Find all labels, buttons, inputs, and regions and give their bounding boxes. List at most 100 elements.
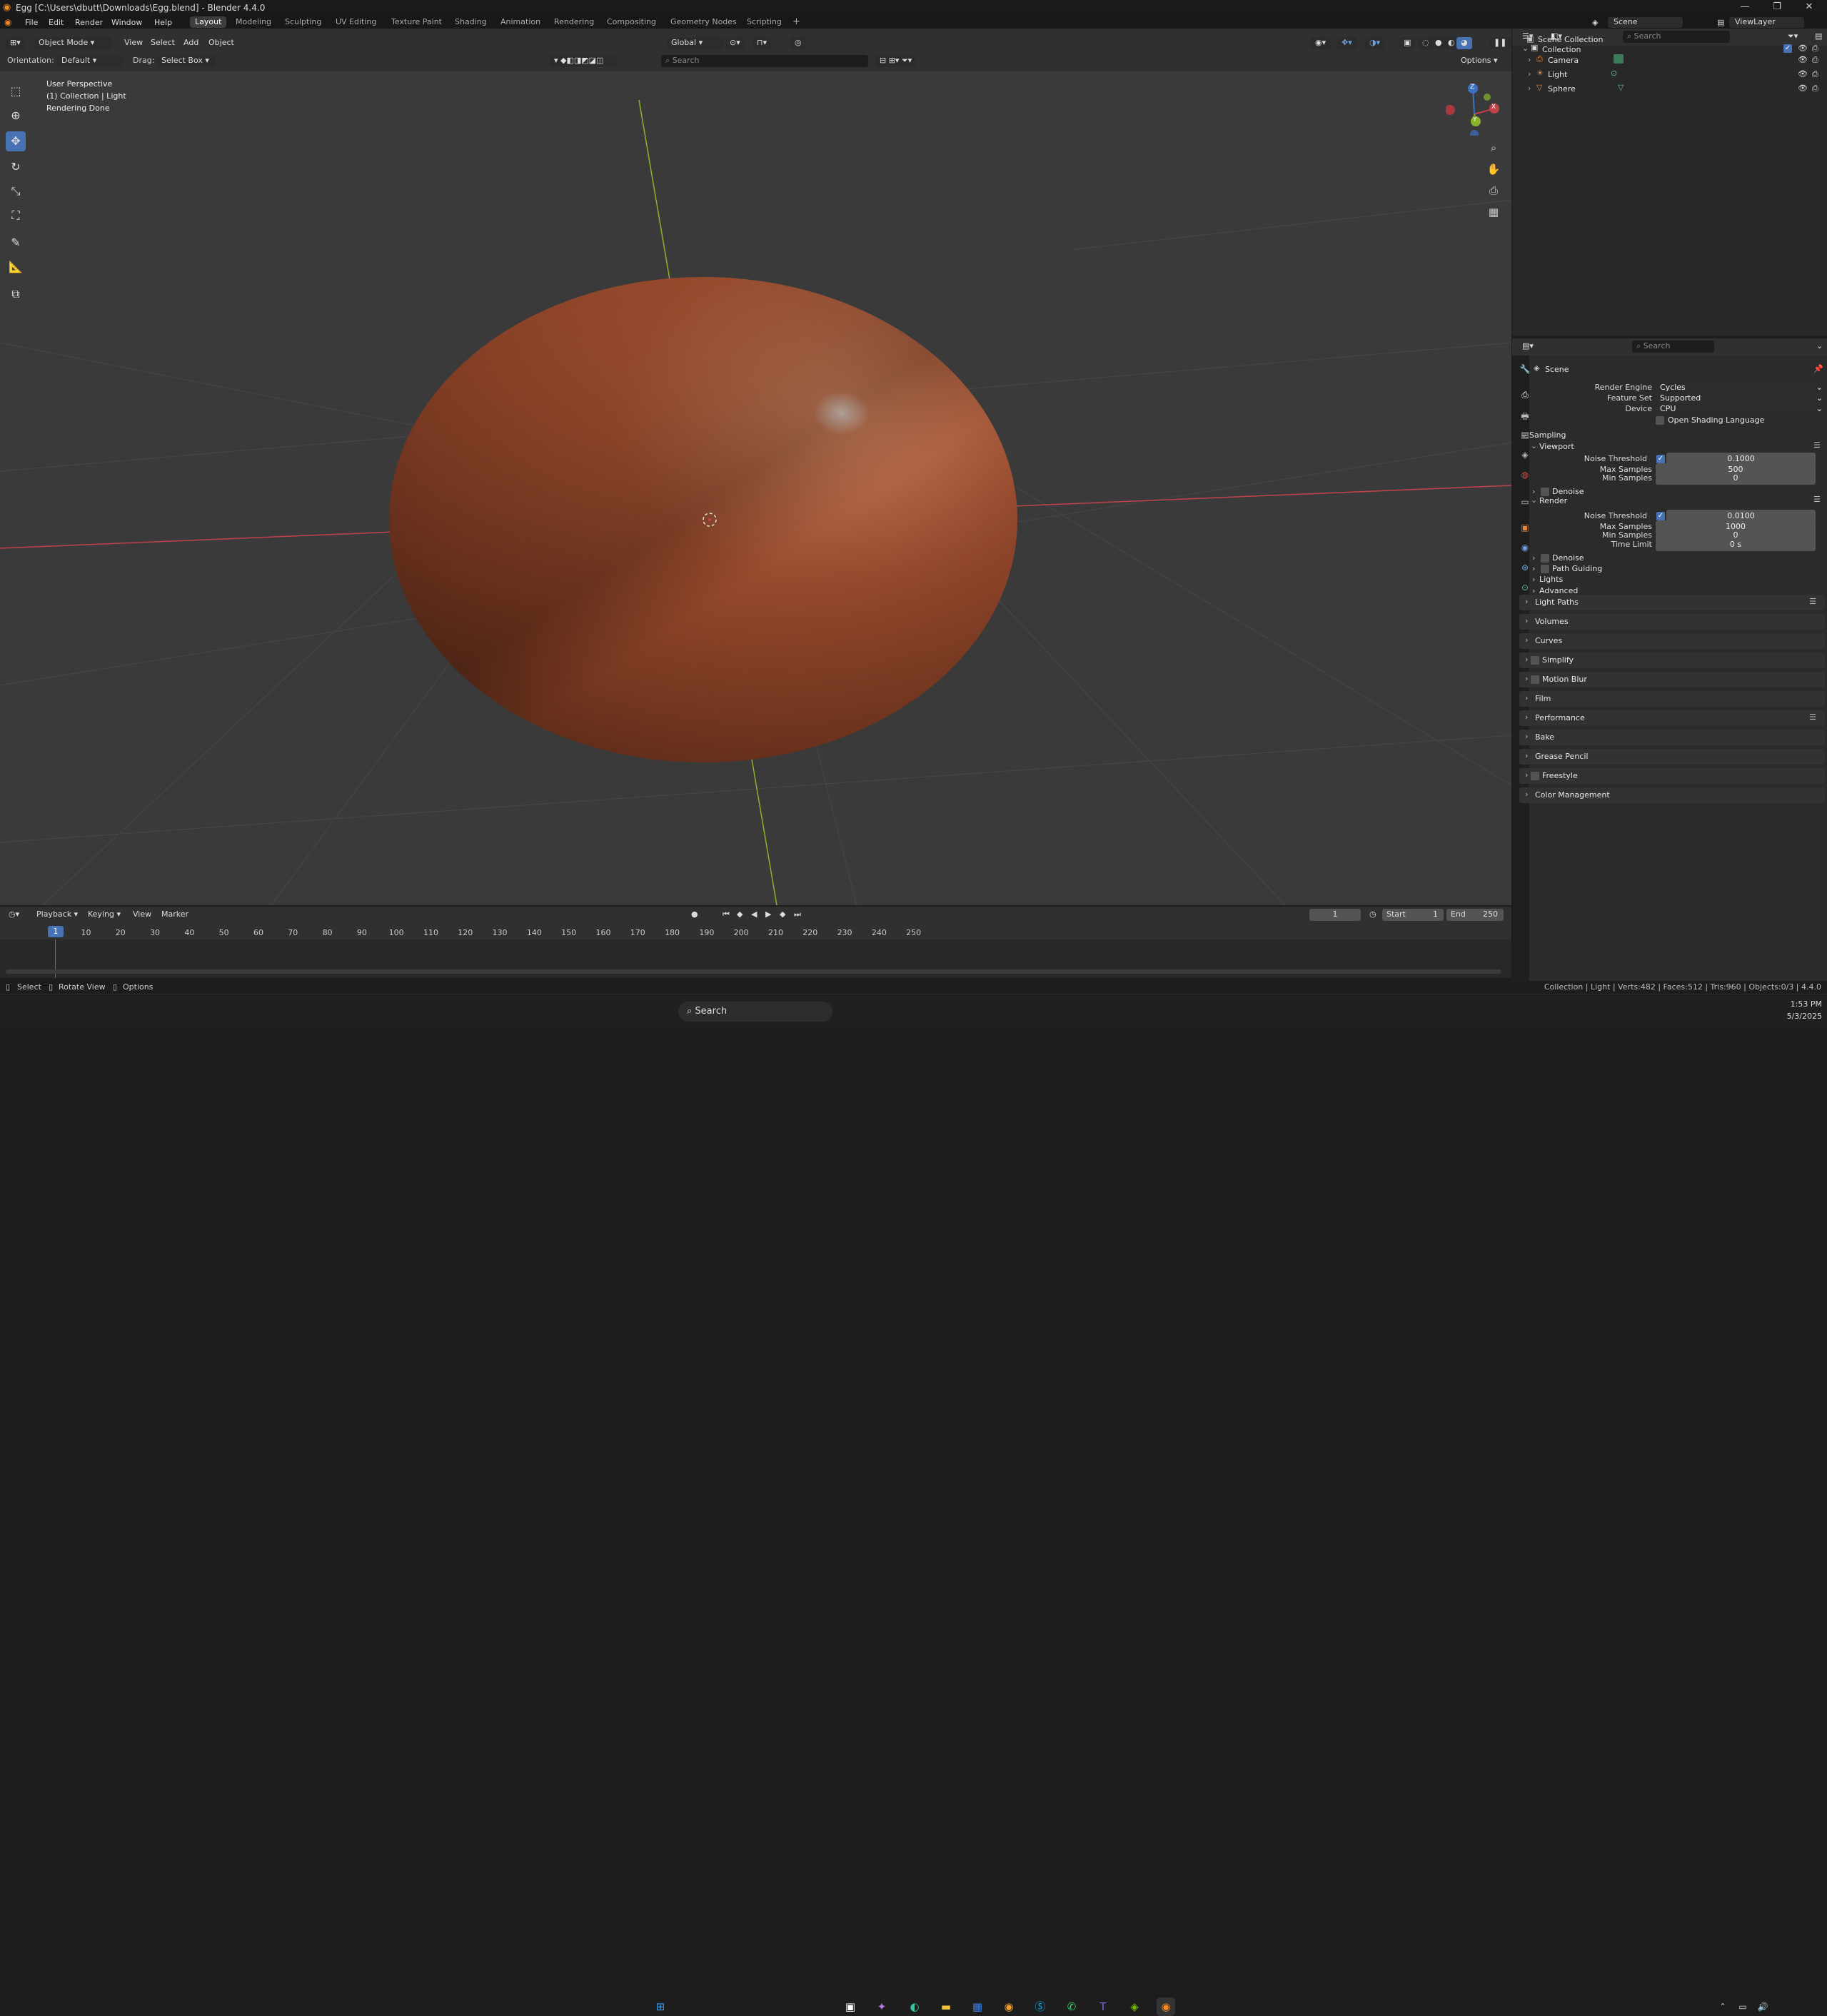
jump-end-icon[interactable]: ⏭ [790,909,805,921]
scene-selector-icon[interactable]: ◈ [1592,18,1598,27]
tab-animation[interactable]: Animation [495,16,545,28]
vp-min-field[interactable]: 0 [1656,472,1816,485]
auto-keying-icon[interactable]: ● [687,909,703,921]
3d-viewport[interactable]: User Perspective (1) Collection | Light … [0,71,1511,905]
proportional-edit-icon[interactable]: ◎ [790,37,806,49]
transform-tool-icon[interactable]: ⛶ [6,206,26,226]
section-volumes[interactable]: › Volumes [1519,614,1825,630]
tab-layout[interactable]: Layout [190,16,227,28]
performance-presets-icon[interactable]: ☰ [1809,712,1816,722]
tab-modeling[interactable]: Modeling [231,16,276,28]
view-layer-tab-icon[interactable]: ▤ [1519,430,1531,443]
properties-search-input[interactable]: ⌕ Search [1632,341,1714,353]
close-icon[interactable]: ✕ [1795,1,1823,14]
constraints-tab-icon[interactable]: ⊛ [1519,563,1531,575]
editor-type-icon[interactable]: ⊞▾ [6,37,25,49]
section-motion-blur[interactable]: › Motion Blur [1519,672,1825,687]
motion-blur-checkbox[interactable] [1531,675,1539,684]
rotate-tool-icon[interactable]: ↻ [6,157,26,177]
volume-icon[interactable]: 🔊 [1753,1997,1772,2016]
view-layer-selector[interactable]: ViewLayer [1729,17,1804,28]
tab-geometry-nodes[interactable]: Geometry Nodes [665,16,742,28]
camera-data-icon[interactable] [1614,54,1624,64]
minimize-icon[interactable]: — [1731,1,1759,14]
chrome-icon[interactable]: ◉ [1000,1997,1018,2016]
move-tool-icon[interactable]: ✥ [6,131,26,151]
tab-sculpting[interactable]: Sculpting [280,16,326,28]
sampling-header[interactable]: Sampling [1529,430,1566,440]
cursor-tool-icon[interactable]: ⊕ [6,106,26,126]
copilot-icon[interactable]: ✦ [872,1997,891,2016]
light-paths-presets-icon[interactable]: ☰ [1809,597,1816,606]
pan-hand-icon[interactable]: ✋ [1484,160,1503,178]
camera-render-icon[interactable]: ⎙ [1812,55,1818,65]
section-color-management[interactable]: › Color Management [1519,787,1825,803]
blender-menu-icon[interactable]: ◉ [4,17,11,27]
tool-tab-icon[interactable]: 🔧 [1519,364,1531,377]
measure-tool-icon[interactable]: 📐 [6,257,26,277]
world-tab-icon[interactable]: ◍ [1519,470,1531,483]
add-cube-tool-icon[interactable]: ⧉ [6,284,26,304]
vp-denoise-checkbox[interactable] [1541,488,1549,496]
options-dropdown[interactable]: Options ▾ [1456,55,1501,67]
freestyle-checkbox[interactable] [1531,772,1539,780]
osl-checkbox[interactable] [1656,416,1664,425]
object-mode-dropdown[interactable]: Object Mode ▾ [34,37,111,49]
tab-texture-paint[interactable]: Texture Paint [386,16,447,28]
zoom-icon[interactable]: ⌕ [1484,138,1503,157]
play-icon[interactable]: ▶ [761,909,775,921]
tray-chevron-icon[interactable]: ⌃ [1713,1997,1732,2016]
restore-icon[interactable]: ❐ [1763,1,1791,14]
prev-keyframe-icon[interactable]: ◆ [733,909,747,921]
whatsapp-icon[interactable]: ✆ [1062,1997,1081,2016]
outliner-item-camera[interactable]: › ⎙ Camera 👁 ⎙ [1512,51,1827,66]
xray-icon[interactable]: ▣ [1399,37,1416,49]
taskbar-search[interactable]: ⌕ Search [678,1002,832,1022]
menu-select[interactable]: Select [146,37,179,49]
simplify-checkbox[interactable] [1531,656,1539,665]
taskbar-time[interactable]: 1:53 PM [1776,999,1822,1009]
menu-edit[interactable]: Edit [49,18,64,27]
store-icon[interactable]: ▦ [968,1997,987,2016]
windows-start-icon[interactable]: ⊞ [651,1997,670,2016]
next-keyframe-icon[interactable]: ◆ [775,909,790,921]
task-view-icon[interactable]: ▣ [841,1997,860,2016]
gizmo-toggle-icon[interactable]: ✥▾ [1337,37,1357,49]
jump-start-icon[interactable]: ⏮ [718,909,734,921]
timeline-keying-menu[interactable]: Keying ▾ [84,909,125,921]
transform-orientation-dropdown[interactable]: Global ▾ [667,37,724,49]
camera-view-icon[interactable]: ⎙ [1484,181,1503,200]
scene-tab-icon[interactable]: ◈ [1519,450,1531,463]
tab-scripting[interactable]: Scripting [742,16,787,28]
section-performance[interactable]: › Performance ☰ [1519,710,1825,726]
pivot-point-icon[interactable]: ⊙▾ [725,37,745,49]
start-frame-field[interactable]: Start 1 [1382,909,1444,921]
timeline-marker-menu[interactable]: Marker [157,909,193,921]
timeline-area[interactable]: 10 20 30 40 50 60 70 80 90 100 110 120 130 140 150 160 1… [0,924,1511,978]
viewport-presets-icon[interactable]: ☰ [1813,440,1821,450]
expand-chevron-icon[interactable]: › [1528,84,1531,93]
render-subheader[interactable]: Render [1539,496,1567,505]
timeline-editor-icon[interactable]: ◷▾ [4,909,24,921]
tab-compositing[interactable]: Compositing [602,16,661,28]
expand-chevron-icon[interactable]: › [1528,69,1531,79]
section-light-paths[interactable]: › Light Paths ☰ [1519,595,1825,610]
timeline-view-menu[interactable]: View [129,909,156,921]
drag-dropdown[interactable]: Select Box ▾ [157,55,216,67]
section-freestyle[interactable]: › Freestyle [1519,768,1825,784]
navigation-gizmo[interactable]: Z X Y [1445,79,1503,138]
object-tab-icon[interactable]: ▣ [1519,523,1531,535]
overlay-toggle-icon[interactable]: ◑▾ [1365,37,1385,49]
visibility-icon[interactable]: ◉▾ [1311,37,1331,49]
sphere-visibility-icon[interactable]: 👁 [1798,84,1808,93]
output-tab-icon[interactable]: 🖶 [1519,410,1531,423]
select-box-icon[interactable]: ⬚ [6,81,26,101]
edge-icon[interactable]: ◐ [905,1997,924,2016]
viewport-subheader[interactable]: Viewport [1539,442,1574,451]
rendered-shading-icon[interactable]: ◕ [1456,37,1472,49]
camera-visibility-icon[interactable]: 👁 [1798,55,1808,64]
nvidia-icon[interactable]: ◈ [1125,1997,1144,2016]
orientation-dropdown[interactable]: Default ▾ [57,55,123,67]
preview-range-icon[interactable]: ◷ [1365,909,1381,921]
viewport-chevron-icon[interactable]: ⌄ [1531,441,1537,450]
